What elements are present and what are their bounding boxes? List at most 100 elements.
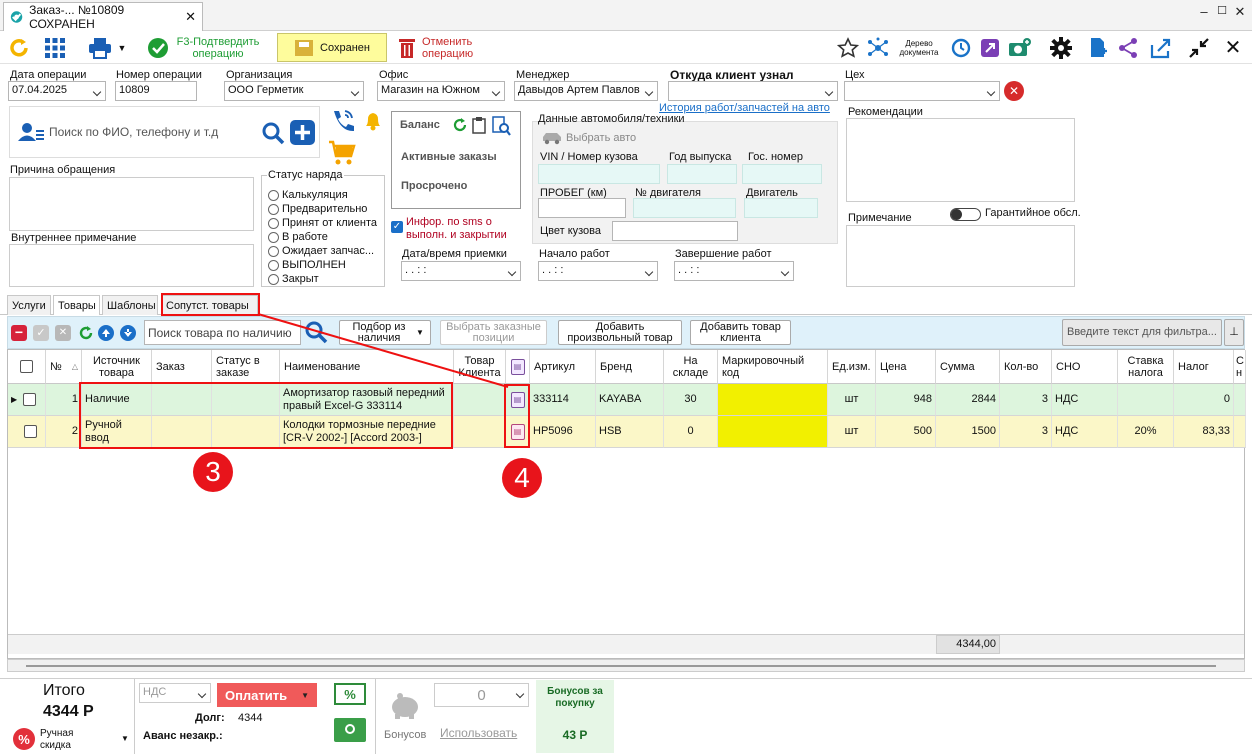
- operation-date-field[interactable]: 07.04.2025: [8, 81, 106, 101]
- discount-icon[interactable]: %: [334, 683, 366, 705]
- shop-select[interactable]: [844, 81, 1000, 101]
- select-all-checkbox[interactable]: [20, 360, 33, 373]
- status-radio-waiting[interactable]: Ожидает запчас...: [268, 244, 377, 258]
- horizontal-scrollbar[interactable]: [7, 659, 1245, 672]
- window-close-button[interactable]: ✕: [1232, 4, 1248, 22]
- column-header-name[interactable]: Наименование: [280, 350, 454, 384]
- tab-services[interactable]: Услуги: [7, 295, 51, 315]
- column-header-marking-code[interactable]: Маркировочный код: [718, 350, 828, 384]
- row-client-product[interactable]: [454, 416, 506, 448]
- row-checkbox[interactable]: [23, 393, 37, 406]
- print-button[interactable]: ▼: [84, 31, 130, 64]
- clear-shop-icon[interactable]: ✕: [1004, 81, 1024, 101]
- maximize-button[interactable]: ☐: [1214, 4, 1230, 22]
- year-field[interactable]: [667, 164, 737, 184]
- row-sno[interactable]: НДС: [1052, 416, 1118, 448]
- pin-icon[interactable]: ⊥: [1224, 319, 1244, 346]
- client-source-select[interactable]: [668, 81, 838, 101]
- add-client-product-button[interactable]: Добавить товар клиента: [690, 320, 791, 345]
- table-row-2-select[interactable]: [8, 416, 46, 448]
- row-marking-code[interactable]: [718, 416, 828, 448]
- row-article[interactable]: 333114: [530, 384, 596, 416]
- column-header-unit[interactable]: Ед.изм.: [828, 350, 876, 384]
- saved-status-button[interactable]: Сохранен: [277, 33, 387, 62]
- column-header-stock[interactable]: На складе: [664, 350, 718, 384]
- add-custom-product-button[interactable]: Добавить произвольный товар: [558, 320, 682, 345]
- document-tab[interactable]: Заказ-... №10809 СОХРАНЕН ✕: [3, 2, 203, 31]
- warranty-toggle[interactable]: [950, 208, 981, 221]
- cancel-operation-button[interactable]: Отменить операцию: [398, 31, 488, 64]
- history-button[interactable]: [948, 31, 972, 64]
- history-link[interactable]: История работ/запчастей на авто: [659, 102, 830, 114]
- column-header-article[interactable]: Артикул: [530, 350, 596, 384]
- note-field[interactable]: [846, 225, 1075, 287]
- column-header-brand[interactable]: Бренд: [596, 350, 664, 384]
- add-document-button[interactable]: [1086, 31, 1110, 64]
- column-header-qty[interactable]: Кол-во: [1000, 350, 1052, 384]
- search-icon[interactable]: [304, 320, 328, 344]
- refresh-icon[interactable]: [452, 117, 468, 133]
- cancel-row-icon[interactable]: ✕: [55, 325, 71, 341]
- manual-discount-label[interactable]: Ручная скидка: [40, 728, 100, 752]
- engine-number-field[interactable]: [633, 198, 736, 218]
- arrow-down-icon[interactable]: [120, 325, 136, 341]
- color-field[interactable]: [612, 221, 738, 241]
- column-header-order[interactable]: Заказ: [152, 350, 212, 384]
- filter-input[interactable]: Введите текст для фильтра...: [1062, 319, 1222, 346]
- bonus-amount-field[interactable]: 0: [434, 683, 529, 707]
- engine-field[interactable]: [744, 198, 818, 218]
- delete-row-icon[interactable]: −: [11, 325, 27, 341]
- row-unit[interactable]: шт: [828, 416, 876, 448]
- recommendations-field[interactable]: [846, 118, 1075, 202]
- apps-button[interactable]: [42, 31, 68, 64]
- tab-templates[interactable]: Шаблоны: [102, 295, 158, 315]
- column-header-number[interactable]: № △: [46, 350, 82, 384]
- row-unit[interactable]: шт: [828, 384, 876, 416]
- status-radio-closed[interactable]: Закрыт: [268, 272, 377, 286]
- row-qty[interactable]: 3: [1000, 384, 1052, 416]
- close-document-button[interactable]: ✕: [1220, 31, 1246, 64]
- percent-icon[interactable]: %: [13, 728, 35, 750]
- settings-button[interactable]: [1048, 31, 1074, 64]
- document-search-icon[interactable]: [491, 116, 511, 136]
- office-select[interactable]: Магазин на Южном: [377, 81, 505, 101]
- vin-field[interactable]: [538, 164, 660, 184]
- operation-number-field[interactable]: 10809: [115, 81, 197, 101]
- row-client-product[interactable]: [454, 384, 506, 416]
- row-brand[interactable]: KAYABA: [596, 384, 664, 416]
- search-icon[interactable]: [261, 121, 285, 145]
- reason-field[interactable]: [9, 177, 254, 231]
- use-bonuses-link[interactable]: Использовать: [440, 726, 517, 740]
- send-button[interactable]: [1148, 31, 1174, 64]
- column-header-source[interactable]: Источник товара: [82, 350, 152, 384]
- confirm-operation-button[interactable]: F3-Подтвердить операцию: [147, 31, 269, 64]
- add-client-icon[interactable]: [290, 120, 315, 145]
- work-start-field[interactable]: . . : :: [538, 261, 658, 281]
- column-header-price[interactable]: Цена: [876, 350, 936, 384]
- row-article[interactable]: HP5096: [530, 416, 596, 448]
- phone-icon[interactable]: [329, 108, 355, 134]
- camera-button[interactable]: [1006, 31, 1032, 64]
- row-tax-rate[interactable]: [1118, 384, 1174, 416]
- row-brand[interactable]: HSB: [596, 416, 664, 448]
- row-tax-rate[interactable]: 20%: [1118, 416, 1174, 448]
- tab-close-icon[interactable]: ✕: [185, 9, 196, 25]
- column-header-tax[interactable]: Налог: [1174, 350, 1234, 384]
- row-marking-code[interactable]: [718, 384, 828, 416]
- manager-select[interactable]: Давыдов Артем Павлов: [514, 81, 658, 101]
- status-radio-in-work[interactable]: В работе: [268, 230, 377, 244]
- tab-goods[interactable]: Товары: [53, 295, 100, 315]
- receive-datetime-field[interactable]: . . : :: [401, 261, 521, 281]
- column-header-client-product[interactable]: Товар Клиента: [454, 350, 506, 384]
- document-tree-button[interactable]: Дерево документа: [894, 31, 944, 64]
- collapse-button[interactable]: [1186, 31, 1212, 64]
- row-price[interactable]: 948: [876, 384, 936, 416]
- table-row-1-select[interactable]: ▶: [8, 384, 46, 416]
- column-header-partial[interactable]: С н: [1234, 350, 1246, 384]
- status-radio-done[interactable]: ВЫПОЛНЕН: [268, 258, 377, 272]
- row-checkbox[interactable]: [24, 425, 37, 438]
- arrow-up-icon[interactable]: [98, 325, 114, 341]
- export-button[interactable]: [978, 31, 1002, 64]
- confirm-row-icon[interactable]: ✓: [33, 325, 49, 341]
- organization-select[interactable]: ООО Герметик: [224, 81, 364, 101]
